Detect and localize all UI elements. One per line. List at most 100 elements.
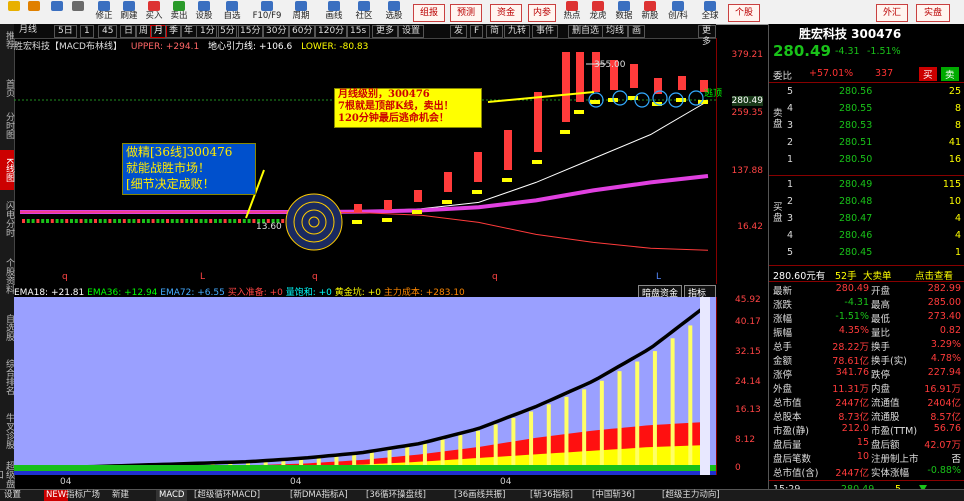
left-sidebar: 推荐 首页 分时图 K线图 闪电分时 个股资料 自选股 综合排名 牛叉诊股 超级… — [0, 24, 15, 490]
bid-row[interactable]: 3 280.47 4 — [769, 213, 964, 230]
star-market-button[interactable]: 创/科 — [664, 0, 692, 24]
community-button[interactable]: 社区 — [352, 0, 376, 24]
btn-more[interactable]: 更多 — [698, 25, 716, 47]
fix-button[interactable]: 修正 — [92, 0, 116, 24]
candle — [185, 219, 189, 223]
candle — [247, 219, 251, 223]
bid-row[interactable]: 2 280.48 10 — [769, 196, 964, 213]
period-60min[interactable]: 60分 — [288, 25, 317, 38]
forecast-tab[interactable]: 预测 — [450, 4, 482, 22]
hotspot-button[interactable]: 热点 — [560, 0, 584, 24]
btn-remove-watch[interactable]: 删自选 — [568, 25, 604, 38]
histogram-bar — [546, 404, 551, 471]
dragon-button[interactable]: 龙虎 — [586, 0, 610, 24]
stat-label: 量比 — [871, 328, 891, 339]
period-120min[interactable]: 120分 — [314, 25, 349, 38]
sell-order-button[interactable]: 卖 — [941, 67, 959, 81]
tab-2[interactable]: 指标广场 — [66, 490, 100, 501]
sidebar-item-intraday[interactable]: 分时图 — [0, 106, 14, 144]
real-trade-tab[interactable]: 实盘 — [916, 4, 950, 22]
tab-11[interactable]: [超级主力动向] — [662, 490, 720, 501]
data-button[interactable]: 数据 — [612, 0, 636, 24]
sidebar-item-flash[interactable]: 闪电分时 — [0, 194, 14, 244]
tab-4[interactable]: MACD — [156, 490, 188, 501]
period-15min[interactable]: 15分 — [236, 25, 265, 38]
forex-tab[interactable]: 外汇 — [876, 4, 908, 22]
sidebar-item-profile[interactable]: 个股资料 — [0, 250, 14, 302]
stock-tab[interactable]: 个股 — [728, 4, 760, 22]
ask-row[interactable]: 3 280.53 8 — [769, 120, 964, 137]
btn-f[interactable]: F — [470, 25, 484, 38]
period-15s[interactable]: 15s — [346, 25, 371, 38]
sub-tick-7: 0 — [735, 463, 741, 473]
alert-button[interactable]: 设股 — [192, 0, 216, 24]
candle — [127, 219, 131, 223]
stock-picker-button[interactable]: 选股 — [382, 0, 406, 24]
draw-button[interactable]: 画线 — [322, 0, 346, 24]
ask-row[interactable]: 4 280.55 8 — [769, 103, 964, 120]
sidebar-item-diagnosis[interactable]: 牛叉诊股 — [0, 406, 14, 456]
btn-ma[interactable]: 均线 — [602, 25, 629, 38]
tab-3[interactable]: 新建 — [112, 490, 129, 501]
btn-nine[interactable]: 九转 — [504, 25, 531, 38]
ipo-button[interactable]: 新股 — [638, 0, 662, 24]
back-button[interactable] — [22, 0, 46, 24]
ask-row[interactable]: 2 280.51 41 — [769, 137, 964, 154]
btn-simple[interactable]: 简 — [486, 25, 504, 38]
sell-button[interactable]: 卖出 — [167, 0, 191, 24]
sidebar-item-home[interactable]: 首页 — [0, 76, 14, 100]
tab-8[interactable]: [36画线共振] — [454, 490, 505, 501]
ask-row[interactable]: 1 280.50 16 — [769, 154, 964, 171]
tab-5[interactable]: [超级循环MACD] — [194, 490, 260, 501]
candle — [630, 64, 638, 88]
capital-tab[interactable]: 资金 — [490, 4, 522, 22]
sub-indicator-chart[interactable] — [14, 297, 716, 475]
buy-button[interactable]: 买入 — [142, 0, 166, 24]
btn-fa[interactable]: 发 — [450, 25, 468, 38]
tab-7[interactable]: [36循环操盘线] — [366, 490, 426, 501]
stat-label: 实体涨幅 — [871, 468, 910, 479]
candle — [214, 219, 217, 223]
price-axis: 379.21 280.49 259.35 137.88 16.42 — [716, 38, 767, 284]
period-more[interactable]: 更多 — [372, 25, 399, 38]
sidebar-item-ranking[interactable]: 综合排名 — [0, 352, 14, 402]
watchlist-button[interactable]: 自选 — [220, 0, 244, 24]
sidebar-item-level2[interactable]: 超级盘口 — [0, 460, 14, 488]
sidebar-item-watchlist[interactable]: 自选股 — [0, 308, 14, 346]
sidebar-item-kline[interactable]: K线图 — [0, 150, 14, 190]
tab-1[interactable]: NEW — [44, 490, 69, 501]
candle — [70, 219, 73, 223]
bid-row[interactable]: 5 280.45 1 — [769, 247, 964, 264]
period-5day[interactable]: 5日 — [54, 25, 77, 38]
bid-row[interactable]: 1 280.49 115 — [769, 179, 964, 196]
period-year[interactable]: 年 — [180, 25, 198, 38]
global-button[interactable]: 全球 — [698, 0, 722, 24]
stat-label: 换手 — [871, 342, 891, 353]
home-button[interactable] — [66, 0, 90, 24]
quote-tab[interactable]: 组报 — [413, 4, 445, 22]
main-kline-chart[interactable] — [14, 52, 716, 284]
tab-10[interactable]: [中国斩36] — [592, 490, 635, 501]
period-settings[interactable]: 设置 — [398, 25, 425, 38]
period-button[interactable]: 周期 — [289, 0, 313, 24]
btn-draw[interactable]: 画 — [628, 25, 646, 38]
click-view-link[interactable]: 点击查看 — [915, 268, 953, 282]
ask-row[interactable]: 5 280.56 25 — [769, 86, 964, 103]
sidebar-item-recommend[interactable]: 推荐 — [0, 26, 14, 54]
f10-button[interactable]: F10/F9 — [250, 0, 284, 24]
tab-6[interactable]: [新DMA指标A] — [290, 490, 348, 501]
period-45[interactable]: 45 — [98, 25, 118, 38]
refresh-button[interactable]: 刷建 — [117, 0, 141, 24]
insider-tab[interactable]: 内参 — [528, 4, 556, 22]
signal-bar — [442, 200, 452, 204]
bid-price: 280.49 — [839, 179, 873, 190]
btn-event[interactable]: 事件 — [532, 25, 559, 38]
tab-0[interactable]: 设置 — [4, 490, 21, 501]
period-30min[interactable]: 30分 — [262, 25, 291, 38]
stat-value: 28.22万 — [832, 342, 869, 353]
bid-row[interactable]: 4 280.46 4 — [769, 230, 964, 247]
period-1[interactable]: 1 — [80, 25, 94, 38]
buy-order-button[interactable]: 买 — [919, 67, 937, 81]
candle — [161, 219, 165, 223]
tab-9[interactable]: [斩36指标] — [530, 490, 573, 501]
